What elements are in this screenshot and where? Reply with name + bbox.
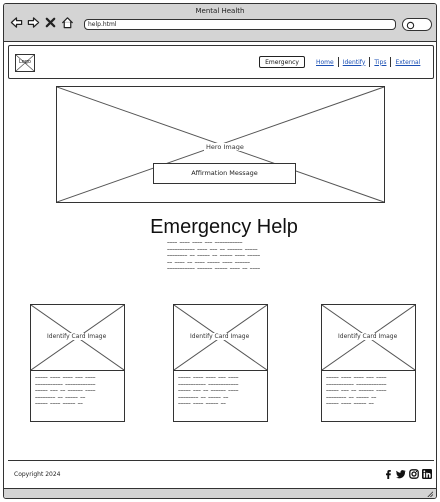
instagram-icon[interactable] — [409, 469, 419, 479]
close-icon[interactable] — [44, 16, 57, 29]
browser-titlebar: Mental Health help.html — [4, 4, 436, 42]
logo-label: Logo — [19, 59, 31, 65]
site-footer: Copyright 2024 — [8, 460, 434, 488]
identify-card-image: Identify Card Image — [31, 305, 124, 371]
facebook-icon[interactable] — [383, 469, 393, 479]
nav-link-identify[interactable]: Identify — [339, 59, 370, 66]
card-image-caption: Identify Card Image — [336, 333, 400, 340]
hero-image-caption: Hero Image — [204, 143, 246, 151]
card-image-caption: Identify Card Image — [45, 333, 109, 340]
identify-card[interactable]: Identify Card Image ~~~~~ ~~~~ ~~~~ ~~~ … — [173, 304, 268, 422]
social-links — [383, 469, 432, 479]
home-icon[interactable] — [61, 16, 74, 29]
card-image-caption: Identify Card Image — [188, 333, 252, 340]
forward-icon[interactable] — [27, 16, 40, 29]
nav-link-tips[interactable]: Tips — [370, 59, 390, 66]
placeholder-text: ~~~~ ~~~~ ~~~~ ~~~ ~~~~~~~~~~~ ~~~~~~~~~… — [167, 241, 260, 272]
nav-link-external[interactable]: External — [391, 59, 424, 66]
identify-card[interactable]: Identify Card Image ~~~~~ ~~~~ ~~~~ ~~~ … — [321, 304, 416, 422]
card-placeholder-text: ~~~~~ ~~~~ ~~~~ ~~~ ~~~~ ~~~~~~~~~~~ ~~~… — [35, 376, 96, 407]
card-placeholder-text: ~~~~~ ~~~~ ~~~~ ~~~ ~~~~ ~~~~~~~~~~~ ~~~… — [326, 376, 387, 407]
page-title: Emergency Help — [150, 216, 298, 238]
address-bar[interactable]: help.html — [84, 19, 396, 30]
copyright-text: Copyright 2024 — [14, 471, 61, 478]
twitter-icon[interactable] — [396, 469, 406, 479]
main-nav: Home Identify Tips External — [312, 57, 424, 67]
card-placeholder-text: ~~~~~ ~~~~ ~~~~ ~~~ ~~~~ ~~~~~~~~~~~ ~~~… — [178, 376, 239, 407]
back-icon[interactable] — [10, 16, 23, 29]
affirmation-message: Affirmation Message — [153, 163, 296, 184]
identify-card-image: Identify Card Image — [322, 305, 415, 371]
hero-image: Hero Image Affirmation Message — [56, 86, 385, 203]
browser-nav-buttons — [10, 16, 74, 29]
logo[interactable]: Logo — [15, 54, 35, 72]
resize-grip-icon[interactable] — [426, 490, 433, 497]
site-header: Logo Emergency Home Identify Tips Extern… — [8, 45, 434, 79]
search-icon — [406, 21, 415, 30]
nav-link-home[interactable]: Home — [312, 59, 338, 66]
linkedin-icon[interactable] — [422, 469, 432, 479]
browser-search-button[interactable] — [402, 18, 432, 31]
identify-card[interactable]: Identify Card Image ~~~~~ ~~~~ ~~~~ ~~~ … — [30, 304, 125, 422]
window-title: Mental Health — [195, 7, 245, 15]
emergency-button[interactable]: Emergency — [259, 56, 305, 68]
browser-status-bar — [4, 488, 436, 498]
identify-card-image: Identify Card Image — [174, 305, 267, 371]
browser-window: Mental Health help.html Logo Emergency H… — [3, 3, 437, 499]
